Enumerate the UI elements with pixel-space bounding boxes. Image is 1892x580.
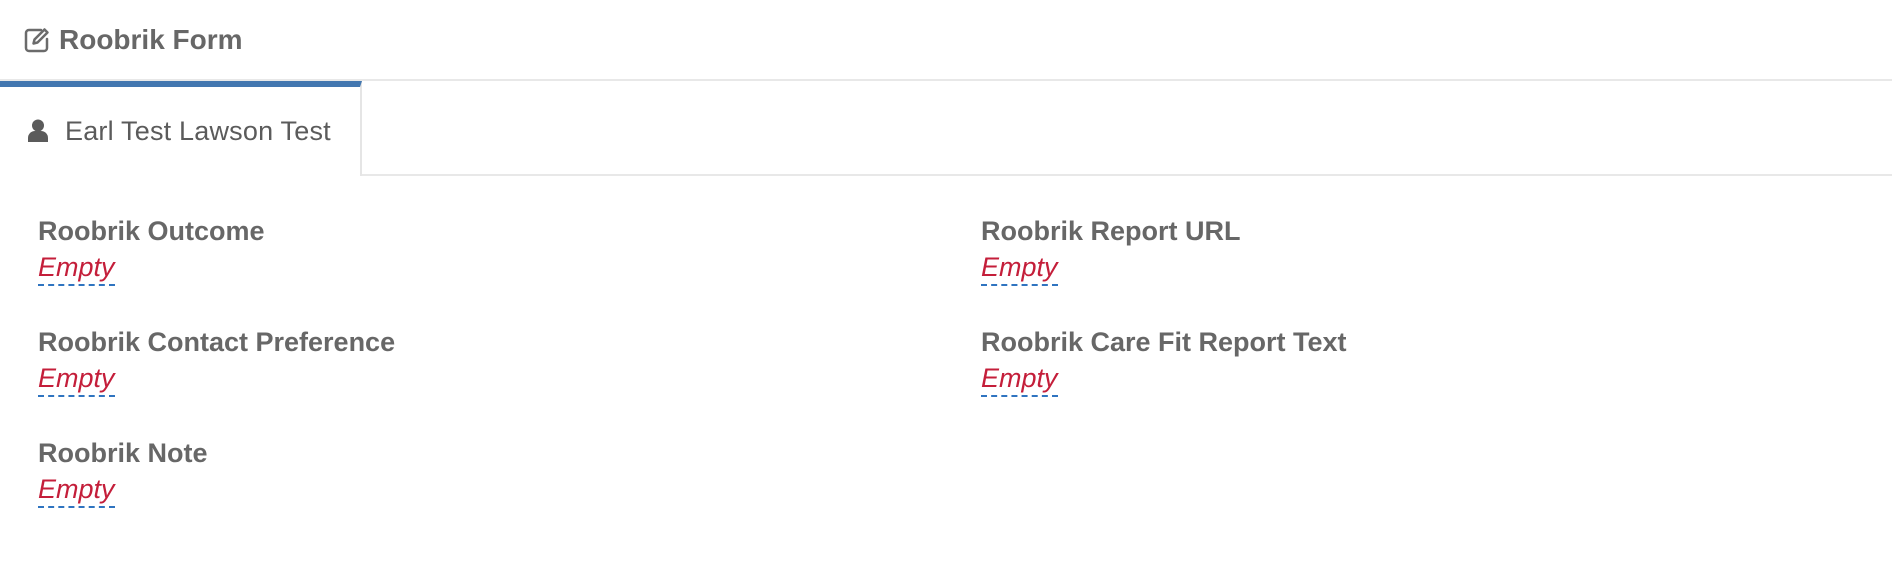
field-roobrik-outcome: Roobrik Outcome Empty [38, 213, 738, 286]
field-roobrik-care-fit-report-text: Roobrik Care Fit Report Text Empty [981, 324, 1681, 397]
field-roobrik-report-url: Roobrik Report URL Empty [981, 213, 1681, 286]
editable-value[interactable]: Empty [981, 250, 1058, 286]
panel-header: Roobrik Form [0, 0, 1892, 81]
editable-value[interactable]: Empty [38, 361, 115, 397]
tab-bar: Earl Test Lawson Test [0, 81, 1892, 176]
page-title: Roobrik Form [59, 24, 243, 55]
user-icon [28, 119, 48, 142]
field-label: Roobrik Report URL [981, 216, 1241, 246]
field-label: Roobrik Care Fit Report Text [981, 327, 1347, 357]
field-label: Roobrik Note [38, 438, 208, 468]
field-roobrik-contact-preference: Roobrik Contact Preference Empty [38, 324, 738, 397]
tab-contact[interactable]: Earl Test Lawson Test [0, 81, 362, 176]
editable-value[interactable]: Empty [38, 472, 115, 508]
field-label: Roobrik Outcome [38, 216, 265, 246]
field-roobrik-note: Roobrik Note Empty [38, 435, 738, 508]
tab-label: Earl Test Lawson Test [65, 116, 331, 146]
field-label: Roobrik Contact Preference [38, 327, 396, 357]
tab-bar-divider [362, 174, 1892, 176]
editable-value[interactable]: Empty [981, 361, 1058, 397]
edit-icon [24, 28, 49, 53]
editable-value[interactable]: Empty [38, 250, 115, 286]
